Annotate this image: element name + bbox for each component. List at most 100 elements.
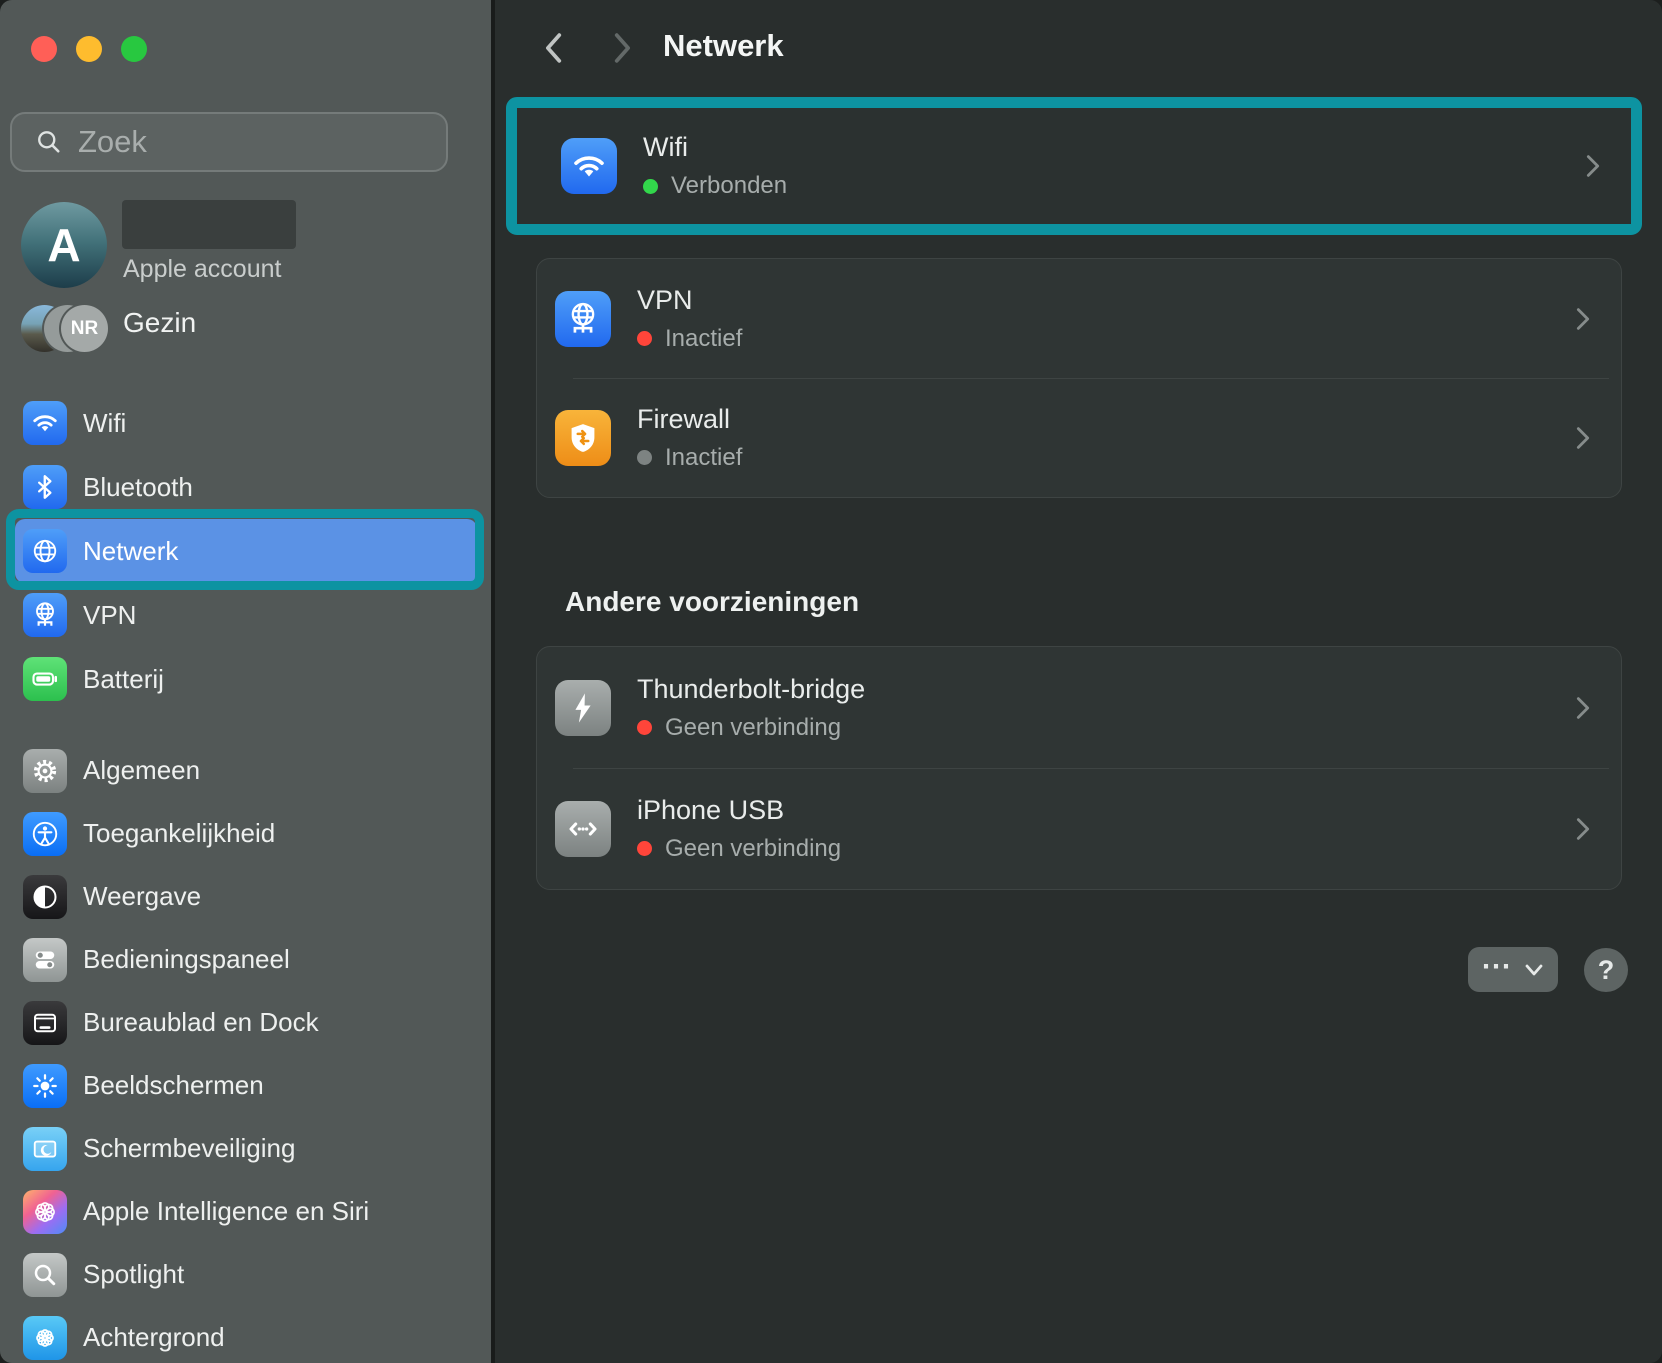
firewall-icon [555, 410, 611, 466]
wifi-icon [561, 138, 617, 194]
chevron-right-icon [1571, 424, 1595, 452]
sidebar-item-label: Batterij [83, 664, 164, 695]
wifi-icon [23, 401, 67, 445]
sidebar-item-beeldschermen[interactable]: Beeldschermen [15, 1054, 477, 1117]
account-initial: A [47, 218, 80, 272]
spotlight-icon [23, 1253, 67, 1297]
family-badge: NR [71, 318, 98, 340]
sidebar-item-label: Schermbeveiliging [83, 1133, 295, 1164]
page-title: Netwerk [663, 28, 784, 64]
chevron-right-icon [603, 28, 639, 68]
search-field[interactable] [10, 112, 448, 172]
gear-icon [23, 749, 67, 793]
sidebar-item-label: VPN [83, 600, 136, 631]
help-button[interactable]: ? [1584, 948, 1628, 992]
back-button[interactable] [535, 28, 575, 68]
sidebar-item-weergave[interactable]: Weergave [15, 865, 477, 928]
status-text: Inactief [665, 325, 742, 353]
chevron-right-icon [1581, 152, 1605, 180]
row-title: Firewall [637, 404, 742, 435]
apple-account-label[interactable]: Apple account [123, 255, 281, 284]
status-text: Geen verbinding [665, 714, 841, 742]
more-options-button[interactable]: ⋯ [1468, 947, 1558, 992]
row-vpn[interactable]: VPN Inactief [537, 259, 1621, 378]
fullscreen-button[interactable] [121, 36, 147, 62]
sidebar-item-label: Apple Intelligence en Siri [83, 1196, 369, 1227]
sidebar-item-label: Bluetooth [83, 472, 193, 503]
wallpaper-icon [23, 1316, 67, 1360]
sidebar: A Apple account NR Gezin Wifi [0, 0, 495, 1363]
row-firewall[interactable]: Firewall Inactief [537, 378, 1621, 497]
chevron-right-icon [1571, 694, 1595, 722]
sidebar-item-label: Wifi [83, 408, 126, 439]
sidebar-item-bureaublad-en-dock[interactable]: Bureaublad en Dock [15, 991, 477, 1054]
sidebar-item-label: Netwerk [83, 536, 178, 567]
row-thunderbolt-bridge[interactable]: Thunderbolt-bridge Geen verbinding [537, 647, 1621, 768]
ellipsis-icon: ⋯ [1481, 952, 1512, 982]
sidebar-item-spotlight[interactable]: Spotlight [15, 1243, 477, 1306]
main-panel: Netwerk Wifi Verbonden [495, 0, 1662, 1363]
control-center-icon [23, 938, 67, 982]
sidebar-item-label: Toegankelijkheid [83, 818, 275, 849]
vpn-icon [555, 291, 611, 347]
network-services-card: VPN Inactief [536, 258, 1622, 498]
iphone-usb-icon [555, 801, 611, 857]
search-input[interactable] [78, 124, 432, 160]
vpn-icon [23, 593, 67, 637]
sidebar-nav-system-group: Algemeen Toegankelijkheid [0, 739, 495, 1363]
status-text: Verbonden [671, 172, 787, 200]
row-iphone-usb[interactable]: iPhone USB Geen verbinding [537, 768, 1621, 889]
status-text: Inactief [665, 444, 742, 472]
network-globe-icon [23, 529, 67, 573]
sidebar-item-toegankelijkheid[interactable]: Toegankelijkheid [15, 802, 477, 865]
sidebar-item-bluetooth[interactable]: Bluetooth [15, 455, 477, 519]
status-text: Geen verbinding [665, 835, 841, 863]
battery-icon [23, 657, 67, 701]
thunderbolt-icon [555, 680, 611, 736]
other-services-card: Thunderbolt-bridge Geen verbinding [536, 646, 1622, 890]
row-title: VPN [637, 285, 742, 316]
sidebar-item-algemeen[interactable]: Algemeen [15, 739, 477, 802]
forward-button[interactable] [601, 28, 641, 68]
family-label[interactable]: Gezin [123, 307, 196, 339]
sidebar-item-batterij[interactable]: Batterij [15, 647, 477, 711]
accessibility-icon [23, 812, 67, 856]
sidebar-item-achtergrond[interactable]: Achtergrond [15, 1306, 477, 1363]
blurred-account-name [122, 200, 296, 249]
apple-intelligence-icon [23, 1190, 67, 1234]
status-dot-red [637, 331, 652, 346]
row-wifi[interactable]: Wifi Verbonden [517, 108, 1631, 224]
system-settings-window: A Apple account NR Gezin Wifi [0, 0, 1662, 1363]
appearance-icon [23, 875, 67, 919]
sidebar-item-label: Weergave [83, 881, 201, 912]
bluetooth-icon [23, 465, 67, 509]
sidebar-item-label: Algemeen [83, 755, 200, 786]
section-header-other-services: Andere voorzieningen [565, 586, 859, 618]
chevron-right-icon [1571, 815, 1595, 843]
family-member-initials-avatar: NR [61, 305, 108, 352]
row-title: iPhone USB [637, 795, 841, 826]
sidebar-item-label: Beeldschermen [83, 1070, 264, 1101]
sidebar-item-apple-intelligence-en-siri[interactable]: Apple Intelligence en Siri [15, 1180, 477, 1243]
chevron-left-icon [537, 28, 573, 68]
search-icon [34, 127, 64, 157]
status-dot-red [637, 720, 652, 735]
chevron-down-icon [1523, 962, 1545, 978]
account-avatar[interactable]: A [21, 202, 107, 288]
sidebar-item-schermbeveiliging[interactable]: Schermbeveiliging [15, 1117, 477, 1180]
close-button[interactable] [31, 36, 57, 62]
sidebar-item-label: Achtergrond [83, 1322, 225, 1353]
annotation-box-wifi: Wifi Verbonden [506, 97, 1642, 235]
sidebar-item-netwerk[interactable]: Netwerk [15, 519, 477, 583]
sidebar-nav-network-group: Wifi Bluetooth Netwerk [0, 391, 495, 711]
sidebar-item-bedieningspaneel[interactable]: Bedieningspaneel [15, 928, 477, 991]
sidebar-item-wifi[interactable]: Wifi [15, 391, 477, 455]
sidebar-item-label: Spotlight [83, 1259, 184, 1290]
status-dot-red [637, 841, 652, 856]
status-dot-gray [637, 450, 652, 465]
displays-icon [23, 1064, 67, 1108]
minimize-button[interactable] [76, 36, 102, 62]
sidebar-item-vpn[interactable]: VPN [15, 583, 477, 647]
row-title: Wifi [643, 132, 787, 163]
desktop-dock-icon [23, 1001, 67, 1045]
